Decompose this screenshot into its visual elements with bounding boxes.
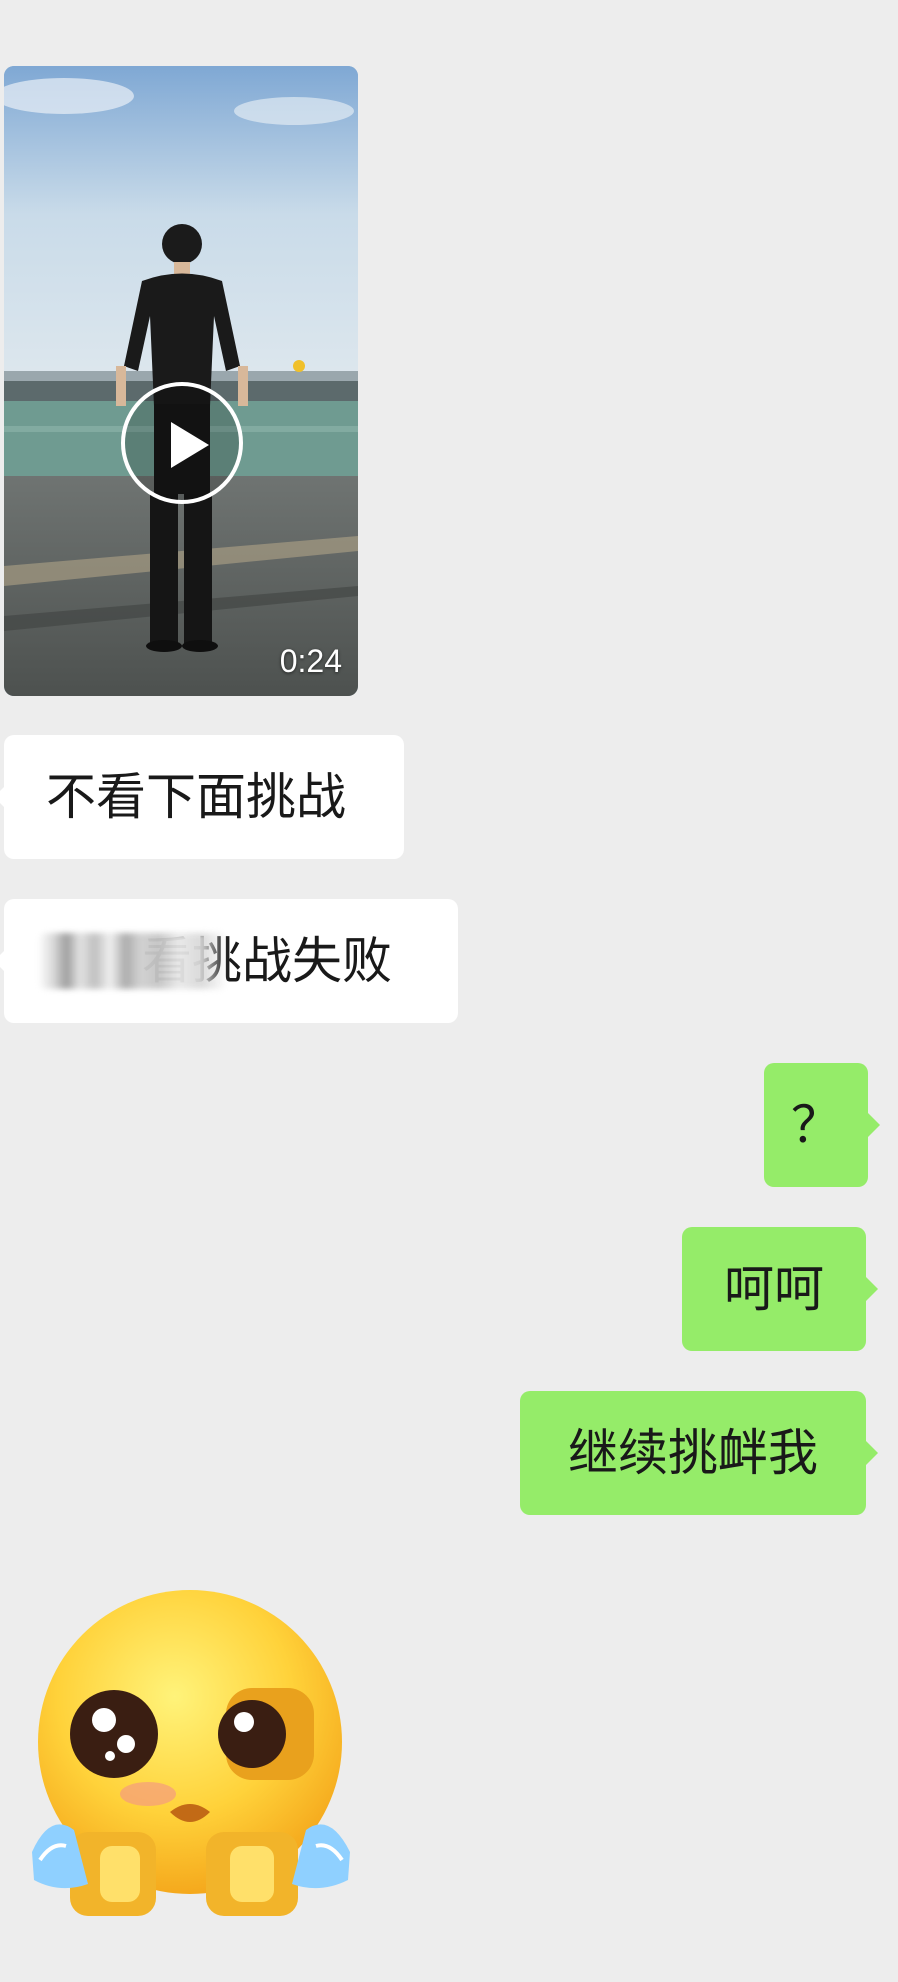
video-thumbnail bbox=[4, 66, 358, 696]
message-text: 不看下面挑战 bbox=[46, 768, 346, 826]
crying-emoji-sticker[interactable] bbox=[30, 1584, 354, 1924]
outgoing-message-bubble[interactable]: ？ bbox=[764, 1063, 880, 1187]
video-message[interactable]: 0:24 bbox=[4, 66, 358, 696]
message-text: 呵呵 bbox=[724, 1260, 824, 1318]
incoming-message-bubble[interactable]: 看挑战失败 bbox=[0, 899, 458, 1023]
outgoing-message-bubble[interactable]: 呵呵 bbox=[682, 1227, 878, 1351]
outgoing-message-bubble[interactable]: 继续挑衅我 bbox=[520, 1391, 878, 1515]
crying-emoji-icon bbox=[32, 1590, 350, 1916]
message-text: 继续挑衅我 bbox=[568, 1424, 818, 1482]
chat-area: 0:24 不看下面挑战 看挑战失败 ？ 呵呵 继续挑衅我 bbox=[0, 0, 898, 1982]
message-text: ？ bbox=[791, 1096, 841, 1154]
video-duration: 0:24 bbox=[279, 643, 342, 679]
pixelated-redaction bbox=[38, 933, 228, 989]
play-button[interactable] bbox=[121, 382, 243, 504]
play-icon bbox=[171, 422, 209, 468]
incoming-message-bubble[interactable]: 不看下面挑战 bbox=[0, 735, 404, 859]
